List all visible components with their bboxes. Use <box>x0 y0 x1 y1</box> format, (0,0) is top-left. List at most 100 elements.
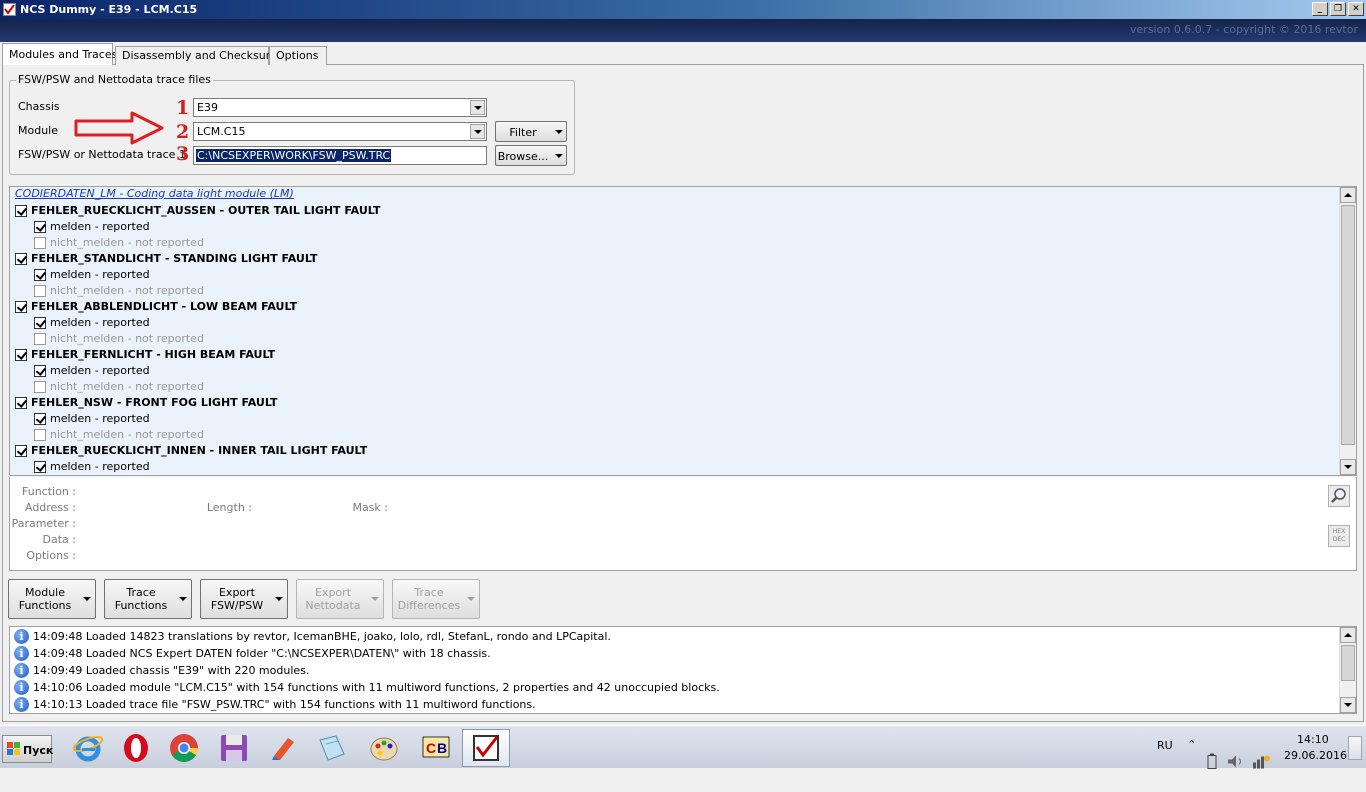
option-checkbox[interactable] <box>34 269 46 281</box>
export-fsw-psw-button[interactable]: Export FSW/PSW <box>200 579 288 619</box>
option-row[interactable]: nicht_melden - not reported <box>10 379 1340 395</box>
chevron-down-icon[interactable] <box>470 124 485 139</box>
option-row[interactable]: melden - reported <box>10 363 1340 379</box>
function-row[interactable]: FEHLER_STANDLICHT - STANDING LIGHT FAULT <box>10 251 1340 267</box>
module-select[interactable]: LCM.C15 <box>193 122 487 141</box>
trace-path-input[interactable]: C:\NCSEXPER\WORK\FSW_PSW.TRC <box>193 146 487 165</box>
option-row[interactable]: melden - reported <box>10 315 1340 331</box>
log-list[interactable]: i 14:09:48 Loaded 14823 translations by r… <box>9 626 1357 714</box>
scroll-thumb[interactable] <box>1341 645 1355 681</box>
paint-icon[interactable] <box>364 729 404 767</box>
trace-differences-button[interactable]: Trace Differences <box>392 579 480 619</box>
scroll-down-button[interactable] <box>1340 697 1356 713</box>
option-label: melden - reported <box>50 412 150 425</box>
option-checkbox[interactable] <box>34 317 46 329</box>
option-row[interactable]: melden - reported <box>10 219 1340 235</box>
option-checkbox[interactable] <box>34 461 46 473</box>
options-detail-label: Options : <box>26 549 76 562</box>
option-row[interactable]: melden - reported <box>10 411 1340 427</box>
notepad-icon[interactable] <box>312 729 352 767</box>
opera-icon[interactable] <box>116 729 156 767</box>
scroll-up-button[interactable] <box>1340 627 1356 643</box>
module-functions-button[interactable]: Module Functions <box>8 579 96 619</box>
function-row[interactable]: FEHLER_RUECKLICHT_INNEN - INNER TAIL LIG… <box>10 443 1340 459</box>
tree-header[interactable]: CODIERDATEN_LM - Coding data light modul… <box>15 187 294 203</box>
show-desktop-button[interactable] <box>1348 736 1362 760</box>
minimize-button[interactable]: _ <box>1312 2 1328 16</box>
volume-icon[interactable] <box>1227 740 1245 783</box>
info-icon: i <box>14 646 29 661</box>
button-line-2: Functions <box>18 599 72 612</box>
filter-button[interactable]: Filter <box>495 121 567 142</box>
tab-disassembly-and-checksums[interactable]: Disassembly and Checksums <box>115 46 282 65</box>
function-row[interactable]: FEHLER_RUECKLICHT_AUSSEN - OUTER TAIL LI… <box>10 203 1340 219</box>
tab-options[interactable]: Options <box>269 46 327 65</box>
option-checkbox[interactable] <box>34 429 46 441</box>
option-row[interactable]: nicht_melden - not reported <box>10 331 1340 347</box>
battery-icon[interactable] <box>1205 740 1219 783</box>
option-checkbox[interactable] <box>34 413 46 425</box>
scroll-down-button[interactable] <box>1340 459 1356 475</box>
button-line-1: Export <box>314 586 351 599</box>
function-checkbox[interactable] <box>15 253 27 265</box>
clock-date[interactable]: 29.06.2016 <box>1284 749 1347 792</box>
function-detail-label: Function : <box>22 485 76 498</box>
function-checkbox[interactable] <box>15 205 27 217</box>
scroll-thumb[interactable] <box>1341 205 1355 445</box>
option-row[interactable]: melden - reported <box>10 459 1340 475</box>
function-checkbox[interactable] <box>15 397 27 409</box>
option-checkbox[interactable] <box>34 381 46 393</box>
language-indicator[interactable]: RU <box>1157 739 1173 782</box>
info-icon: i <box>14 697 29 712</box>
tab-modules-and-traces[interactable]: Modules and Traces <box>2 43 117 65</box>
function-checkbox[interactable] <box>15 349 27 361</box>
hex-dec-toggle-button[interactable]: HEX DEC <box>1328 525 1350 547</box>
option-label: melden - reported <box>50 460 150 473</box>
option-row[interactable]: nicht_melden - not reported <box>10 235 1340 251</box>
chassis-label: Chassis <box>18 100 60 113</box>
ccleaner-icon[interactable] <box>264 729 304 767</box>
option-checkbox[interactable] <box>34 365 46 377</box>
option-row[interactable]: melden - reported <box>10 267 1340 283</box>
search-button[interactable] <box>1328 485 1350 507</box>
module-value: LCM.C15 <box>197 125 246 138</box>
chevron-down-icon <box>179 597 187 601</box>
option-checkbox[interactable] <box>34 221 46 233</box>
log-message: Loaded 14823 translations by revtor, Ice… <box>85 630 611 643</box>
option-label: melden - reported <box>50 220 150 233</box>
start-button[interactable]: Пуск <box>2 735 53 763</box>
tree-scrollbar[interactable] <box>1339 187 1356 475</box>
log-time: 14:10:13 <box>33 698 83 711</box>
export-nettodata-button[interactable]: Export Nettodata <box>296 579 384 619</box>
function-checkbox[interactable] <box>15 301 27 313</box>
option-checkbox[interactable] <box>34 237 46 249</box>
scroll-up-button[interactable] <box>1340 187 1356 203</box>
chevron-down-icon <box>467 597 475 601</box>
cb-icon[interactable]: CB <box>416 729 456 767</box>
chevron-down-icon <box>83 597 91 601</box>
log-scrollbar[interactable] <box>1339 627 1356 713</box>
coding-data-tree[interactable]: CODIERDATEN_LM - Coding data light modul… <box>9 186 1357 476</box>
option-checkbox[interactable] <box>34 285 46 297</box>
restore-button[interactable]: ❐ <box>1330 2 1346 16</box>
function-row[interactable]: FEHLER_NSW - FRONT FOG LIGHT FAULT <box>10 395 1340 411</box>
chassis-select[interactable]: E39 <box>193 98 487 117</box>
ie-icon[interactable] <box>68 729 108 767</box>
option-checkbox[interactable] <box>34 333 46 345</box>
close-button[interactable]: ✕ <box>1348 2 1364 16</box>
function-row[interactable]: FEHLER_FERNLICHT - HIGH BEAM FAULT <box>10 347 1340 363</box>
chevron-up-icon[interactable]: ⌃ <box>1187 738 1196 781</box>
browse-button[interactable]: Browse... <box>495 145 567 166</box>
data-detail-label: Data : <box>42 533 76 546</box>
trace-functions-button[interactable]: Trace Functions <box>104 579 192 619</box>
ncs-dummy-icon[interactable] <box>462 729 510 767</box>
function-label: FEHLER_RUECKLICHT_AUSSEN - OUTER TAIL LI… <box>31 204 381 217</box>
option-row[interactable]: nicht_melden - not reported <box>10 427 1340 443</box>
option-row[interactable]: nicht_melden - not reported <box>10 283 1340 299</box>
function-row[interactable]: FEHLER_ABBLENDLICHT - LOW BEAM FAULT <box>10 299 1340 315</box>
network-icon[interactable] <box>1252 740 1270 783</box>
function-checkbox[interactable] <box>15 445 27 457</box>
floppy-icon[interactable] <box>214 729 254 767</box>
chevron-down-icon[interactable] <box>470 100 485 115</box>
chrome-icon[interactable] <box>164 729 204 767</box>
